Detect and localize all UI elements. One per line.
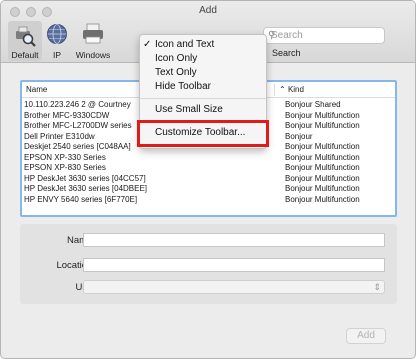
menu-item-hide-toolbar[interactable]: Hide Toolbar [155,81,211,92]
menu-item-icon-only[interactable]: Icon Only [155,53,197,64]
printer-name: HP DeskJet 3630 series [04DBEE] [24,184,148,193]
highlight-box [137,120,269,147]
search-field[interactable]: ⚲ Search [263,27,385,44]
printer-magnifier-icon [16,26,36,47]
add-button[interactable]: Add [346,328,386,344]
location-field[interactable] [83,258,385,272]
toolbar-default-button[interactable]: Default [8,21,42,61]
use-select[interactable]: ⇕ [83,280,385,294]
up-down-chevron-icon: ⇕ [373,282,381,292]
toolbar-ip-button[interactable]: IP [46,21,68,61]
printer-name: HP DeskJet 3630 series [04CC57] [24,173,146,183]
printer-name: EPSON XP-830 Series [24,163,106,172]
printer-name: EPSON XP-330 Series [24,152,106,162]
printer-kind: Bonjour Multifunction [285,152,360,162]
column-header-kind[interactable]: ⌃ Kind [279,85,304,94]
table-row[interactable]: HP ENVY 5640 series [6F770E] Bonjour Mult… [22,195,395,206]
printer-icon [83,23,103,44]
name-field[interactable] [83,233,385,247]
checkmark-icon: ✓ [143,39,152,50]
printer-kind: Bonjour [285,131,313,141]
toolbar-windows-button[interactable]: Windows [73,21,113,61]
column-header-name[interactable]: Name [26,85,47,94]
printer-kind: Bonjour Multifunction [285,184,360,193]
column-divider [274,84,275,96]
printer-kind: Bonjour Multifunction [285,110,360,120]
printer-kind: Bonjour Multifunction [285,173,360,183]
toolbar-windows-label: Windows [75,50,111,60]
table-row[interactable]: HP DeskJet 3630 series [04DBEE] Bonjour M… [22,184,395,195]
printer-details-form: Name: Location: Use: ⇕ [20,224,397,304]
toolbar-default-label: Default [11,50,39,60]
globe-icon [47,24,67,44]
search-label: Search [272,48,301,58]
printer-kind: Bonjour Multifunction [285,163,360,172]
table-row[interactable]: EPSON XP-330 Series Bonjour Multifunction [22,153,395,164]
menu-item-label: Icon and Text [155,39,215,50]
menu-separator [140,98,266,99]
search-placeholder: Search [271,30,303,41]
toolbar-ip-label: IP [52,50,62,60]
printer-kind: Bonjour Multifunction [285,194,360,204]
column-header-kind-label: Kind [287,85,304,94]
table-row[interactable]: EPSON XP-830 Series Bonjour Multifunction [22,163,395,174]
printer-name: HP ENVY 5640 series [6F770E] [24,194,138,204]
table-row[interactable]: HP DeskJet 3630 series [04CC57] Bonjour M… [22,174,395,185]
printer-kind: Bonjour Multifunction [285,142,360,151]
menu-item-use-small-size[interactable]: Use Small Size [155,104,223,115]
window-title: Add [199,5,217,16]
printer-kind: Bonjour Multifunction [285,121,360,130]
printer-kind: Bonjour Shared [285,100,341,109]
menu-item-text-only[interactable]: Text Only [155,67,197,78]
menu-item-icon-and-text[interactable]: ✓ Icon and Text [143,39,215,50]
